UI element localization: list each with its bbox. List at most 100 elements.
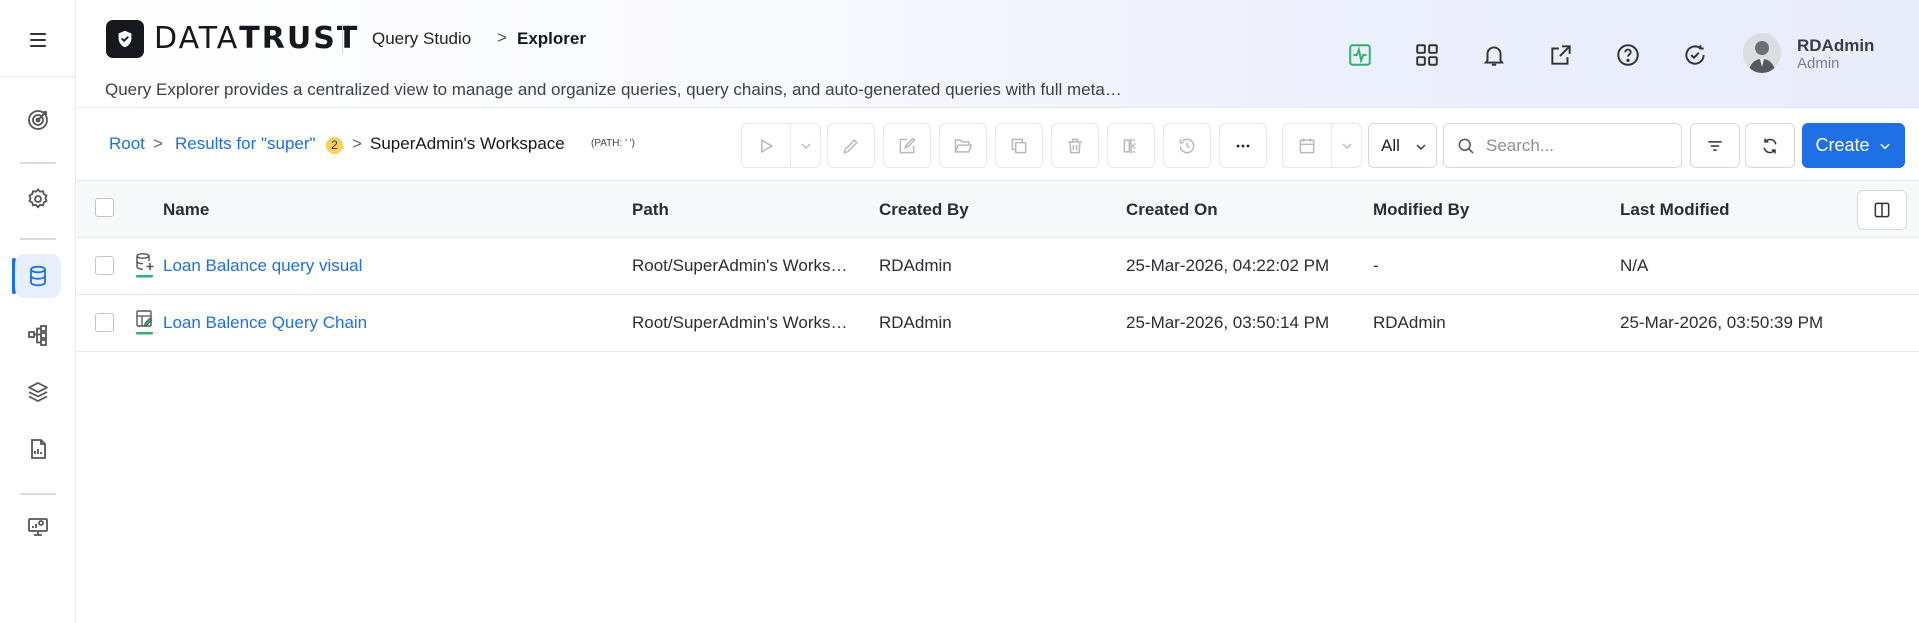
columns-icon [1874, 202, 1890, 218]
column-header-name[interactable]: Name [163, 200, 209, 220]
trash-icon [1068, 138, 1082, 153]
activity-icon[interactable] [1345, 40, 1375, 70]
edit-box-icon [899, 136, 916, 153]
select-all-checkbox[interactable] [95, 198, 114, 217]
search-icon [1458, 138, 1474, 154]
monitor-settings-icon[interactable] [0, 505, 76, 549]
cell-path: Root/SuperAdmin's Works… [632, 313, 848, 332]
chevron-right-icon: > [497, 28, 507, 47]
external-link-icon[interactable] [1546, 40, 1576, 70]
row-checkbox[interactable] [95, 256, 114, 275]
sidebar-divider [0, 76, 76, 77]
chevron-right-icon: > [352, 134, 362, 153]
history-button[interactable] [1163, 123, 1211, 168]
folder-open-icon [954, 138, 973, 153]
more-button[interactable] [1219, 123, 1267, 168]
flow-icon[interactable] [0, 313, 76, 357]
cell-last-modified: 25-Mar-2026, 03:50:39 PM [1620, 313, 1824, 332]
query-name-link[interactable]: Loan Balence Query Chain [163, 313, 367, 333]
cell-modified-by: - [1373, 256, 1379, 275]
filter-icon [1708, 140, 1722, 151]
bell-icon[interactable] [1479, 40, 1509, 70]
create-button[interactable]: Create [1802, 123, 1905, 168]
page-description: Query Explorer provides a centralized vi… [105, 80, 1122, 99]
refresh-check-icon[interactable] [1680, 40, 1710, 70]
compare-icon [1123, 138, 1136, 153]
breadcrumb-root[interactable]: Root [109, 134, 145, 154]
sidebar-divider [20, 493, 56, 495]
left-sidebar [0, 0, 76, 623]
path-hint: (PATH: ' ') [591, 138, 635, 149]
cell-created-by: RDAdmin [879, 256, 952, 275]
layers-icon[interactable] [0, 370, 76, 414]
more-horizontal-icon [1236, 144, 1250, 147]
copy-icon [1011, 138, 1027, 153]
compare-button[interactable] [1107, 123, 1155, 168]
table-header: Name Path Created By Created On Modified… [77, 181, 1919, 238]
history-icon [1179, 138, 1195, 153]
explorer-toolbar: Root > Results for "super" 2 > SuperAdmi… [77, 108, 1919, 181]
apps-grid-icon[interactable] [1412, 40, 1442, 70]
brand-logo: DATATRUST [154, 21, 359, 56]
results-count-badge: 2 [326, 137, 343, 154]
cell-path: Root/SuperAdmin's Works… [632, 256, 848, 275]
target-icon[interactable] [0, 98, 76, 142]
edit-button[interactable] [827, 123, 875, 168]
search-box[interactable] [1443, 123, 1682, 168]
chevron-down-icon [1416, 144, 1426, 150]
type-filter-value: All [1381, 136, 1400, 155]
delete-button[interactable] [1051, 123, 1099, 168]
gear-icon[interactable] [0, 177, 76, 221]
calendar-icon[interactable] [1283, 124, 1331, 167]
breadcrumb-results[interactable]: Results for "super" [175, 134, 316, 154]
sidebar-divider [20, 162, 56, 164]
menu-icon[interactable] [0, 18, 76, 62]
column-header-modified-by[interactable]: Modified By [1373, 200, 1469, 220]
database-icon[interactable] [15, 254, 61, 298]
pencil-icon [843, 138, 858, 154]
logo-part-1: DATA [154, 21, 240, 56]
query-chain-icon [136, 310, 153, 335]
chevron-down-icon[interactable] [791, 124, 821, 167]
report-icon[interactable] [0, 427, 76, 471]
play-icon[interactable] [742, 124, 790, 167]
user-name[interactable]: RDAdmin [1797, 36, 1874, 56]
cell-created-on: 25-Mar-2026, 04:22:02 PM [1126, 256, 1330, 275]
refresh-icon [1763, 138, 1777, 153]
create-button-label: Create [1815, 135, 1870, 155]
cell-created-by: RDAdmin [879, 313, 952, 332]
breadcrumb-query-studio[interactable]: Query Studio [372, 29, 471, 49]
chevron-right-icon: > [153, 134, 163, 153]
cell-last-modified: N/A [1620, 256, 1649, 275]
cell-created-on: 25-Mar-2026, 03:50:14 PM [1126, 313, 1330, 332]
column-header-last-modified[interactable]: Last Modified [1620, 200, 1730, 220]
user-role: Admin [1797, 55, 1840, 72]
help-icon[interactable] [1613, 40, 1643, 70]
filter-button[interactable] [1690, 123, 1740, 168]
chevron-down-icon [1879, 143, 1890, 149]
shield-logo-icon [106, 20, 144, 58]
sidebar-divider [20, 238, 56, 240]
column-header-path[interactable]: Path [632, 200, 669, 220]
header-divider [342, 24, 343, 54]
copy-button[interactable] [995, 123, 1043, 168]
table-row[interactable]: Loan Balence Query Chain Root/SuperAdmin… [77, 295, 1919, 352]
search-input[interactable] [1486, 134, 1671, 158]
rename-button[interactable] [883, 123, 931, 168]
breadcrumb-current: SuperAdmin's Workspace [370, 134, 565, 153]
table-row[interactable]: Loan Balance query visual Root/SuperAdmi… [77, 238, 1919, 295]
open-folder-button[interactable] [939, 123, 987, 168]
query-visual-icon [136, 253, 154, 278]
run-split-button[interactable] [741, 123, 821, 168]
cell-modified-by: RDAdmin [1373, 313, 1446, 332]
chevron-down-icon[interactable] [1332, 124, 1362, 167]
column-header-created-on[interactable]: Created On [1126, 200, 1218, 220]
column-header-created-by[interactable]: Created By [879, 200, 969, 220]
row-checkbox[interactable] [95, 313, 114, 332]
avatar[interactable] [1743, 33, 1781, 73]
refresh-button[interactable] [1745, 123, 1795, 168]
type-filter-select[interactable]: All [1368, 123, 1437, 168]
schedule-split-button[interactable] [1282, 123, 1362, 168]
column-settings-button[interactable] [1857, 190, 1907, 230]
query-name-link[interactable]: Loan Balance query visual [163, 256, 362, 276]
